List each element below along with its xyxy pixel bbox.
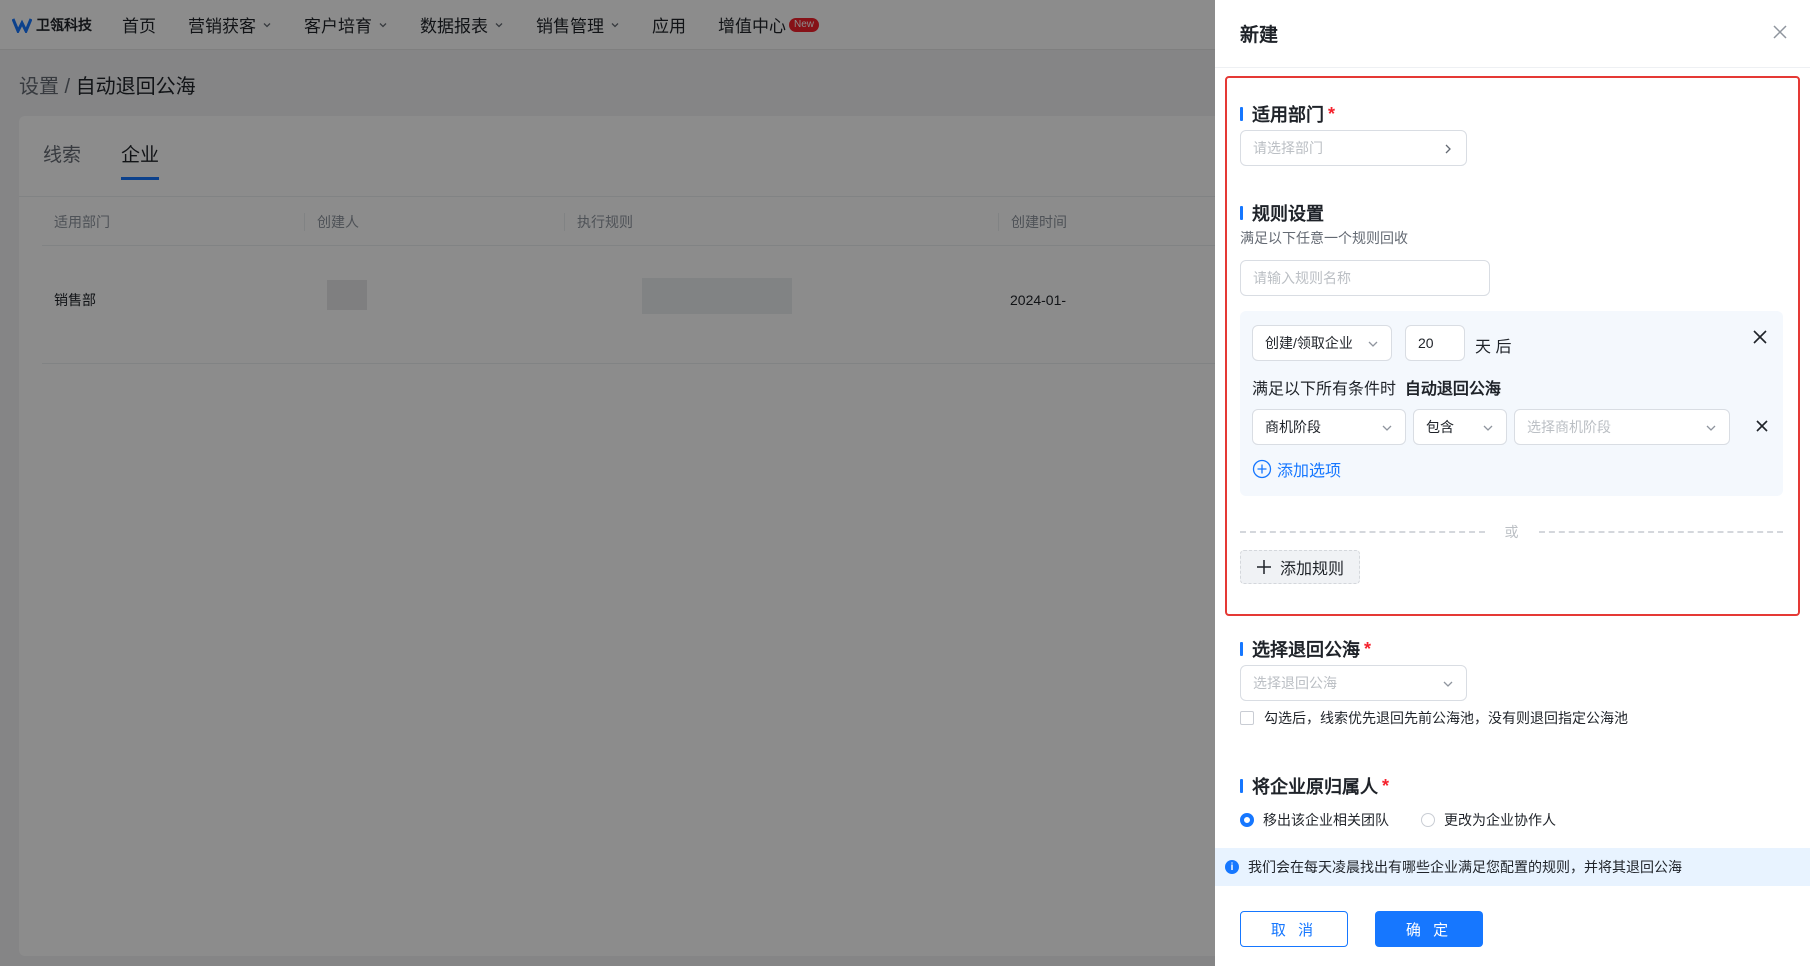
stage-value-select[interactable]: 选择商机阶段 xyxy=(1514,409,1730,445)
pool-placeholder: 选择退回公海 xyxy=(1253,675,1337,691)
chevron-down-icon xyxy=(1382,425,1392,431)
condition-action: 自动退回公海 xyxy=(1404,381,1501,398)
add-rule-button[interactable]: 添加规则 xyxy=(1240,550,1360,584)
prior-pool-checkbox[interactable] xyxy=(1240,711,1254,725)
plus-circle-icon xyxy=(1252,459,1272,479)
radio-collaborator[interactable] xyxy=(1421,813,1435,827)
close-icon[interactable] xyxy=(1772,24,1788,40)
owner-section-title: 将企业原归属人 * xyxy=(1240,773,1389,799)
radio-remove-team[interactable] xyxy=(1240,813,1254,827)
add-option-link[interactable]: 添加选项 xyxy=(1252,457,1341,481)
or-divider: 或 xyxy=(1240,522,1783,542)
days-value: 20 xyxy=(1418,335,1434,351)
checkbox-label: 勾选后，线索优先退回先前公海池，没有则退回指定公海池 xyxy=(1264,710,1628,726)
chevron-down-icon xyxy=(1483,425,1493,431)
days-input[interactable]: 20 xyxy=(1405,325,1465,361)
condition-prefix: 满足以下所有条件时 xyxy=(1252,381,1397,398)
dash-line xyxy=(1538,531,1783,533)
info-icon: i xyxy=(1225,860,1239,874)
stage-placeholder: 选择商机阶段 xyxy=(1527,419,1611,435)
owner-radio-group: 移出该企业相关团队 更改为企业协作人 xyxy=(1240,810,1588,830)
info-notice: i 我们会在每天凌晨找出有哪些企业满足您配置的规则，并将其退回公海 xyxy=(1215,848,1810,886)
rule-card: 创建/领取企业 20 天 后 满足以下所有条件时 自动退回公海 商机阶段 包含 … xyxy=(1240,311,1783,496)
pool-label: 选择退回公海 xyxy=(1252,640,1360,660)
field-value: 商机阶段 xyxy=(1265,419,1321,435)
days-unit: 天 后 xyxy=(1475,339,1512,356)
chevron-right-icon xyxy=(1445,144,1451,154)
chevron-down-icon xyxy=(1368,341,1378,347)
required-mark: * xyxy=(1382,775,1390,796)
department-placeholder: 请选择部门 xyxy=(1253,140,1323,156)
dept-section-title: 适用部门 * xyxy=(1240,101,1335,127)
dash-line xyxy=(1240,531,1485,533)
required-mark: * xyxy=(1364,638,1372,659)
rules-section-title: 规则设置 xyxy=(1240,200,1324,226)
pool-select[interactable]: 选择退回公海 xyxy=(1240,665,1467,701)
radio-label-remove-team[interactable]: 移出该企业相关团队 xyxy=(1263,810,1389,830)
or-text: 或 xyxy=(1504,524,1519,540)
prior-pool-option[interactable]: 勾选后，线索优先退回先前公海池，没有则退回指定公海池 xyxy=(1240,708,1628,728)
add-rule-label: 添加规则 xyxy=(1279,561,1344,578)
delete-rule-icon[interactable] xyxy=(1752,329,1768,345)
trigger-select[interactable]: 创建/领取企业 xyxy=(1252,325,1392,361)
rule-name-input[interactable]: 请输入规则名称 xyxy=(1240,260,1490,296)
radio-label-collaborator[interactable]: 更改为企业协作人 xyxy=(1444,810,1556,830)
pool-section-title: 选择退回公海 * xyxy=(1240,636,1371,662)
rule-name-placeholder: 请输入规则名称 xyxy=(1253,270,1351,286)
field-select[interactable]: 商机阶段 xyxy=(1252,409,1406,445)
trigger-value: 创建/领取企业 xyxy=(1265,335,1353,351)
delete-condition-icon[interactable] xyxy=(1754,418,1770,434)
add-option-label: 添加选项 xyxy=(1277,463,1342,480)
rules-hint: 满足以下任意一个规则回收 xyxy=(1240,230,1408,246)
department-selector[interactable]: 请选择部门 xyxy=(1240,130,1467,166)
chevron-down-icon xyxy=(1443,681,1453,687)
condition-text: 满足以下所有条件时 自动退回公海 xyxy=(1252,375,1501,399)
cancel-button[interactable]: 取 消 xyxy=(1240,911,1348,947)
notice-text: 我们会在每天凌晨找出有哪些企业满足您配置的规则，并将其退回公海 xyxy=(1248,859,1682,875)
drawer-title: 新建 xyxy=(1215,0,1810,68)
owner-label: 将企业原归属人 xyxy=(1252,777,1378,797)
confirm-button[interactable]: 确 定 xyxy=(1375,911,1483,947)
operator-value: 包含 xyxy=(1426,419,1454,435)
operator-select[interactable]: 包含 xyxy=(1413,409,1507,445)
required-mark: * xyxy=(1328,103,1336,124)
create-rule-drawer: 新建 适用部门 * 请选择部门 规则设置 满足以下任意一个规则回收 请输入规则名称… xyxy=(1215,0,1810,966)
rules-label: 规则设置 xyxy=(1252,204,1324,224)
dept-label: 适用部门 xyxy=(1252,105,1324,125)
plus-icon xyxy=(1256,560,1271,574)
chevron-down-icon xyxy=(1706,425,1716,431)
